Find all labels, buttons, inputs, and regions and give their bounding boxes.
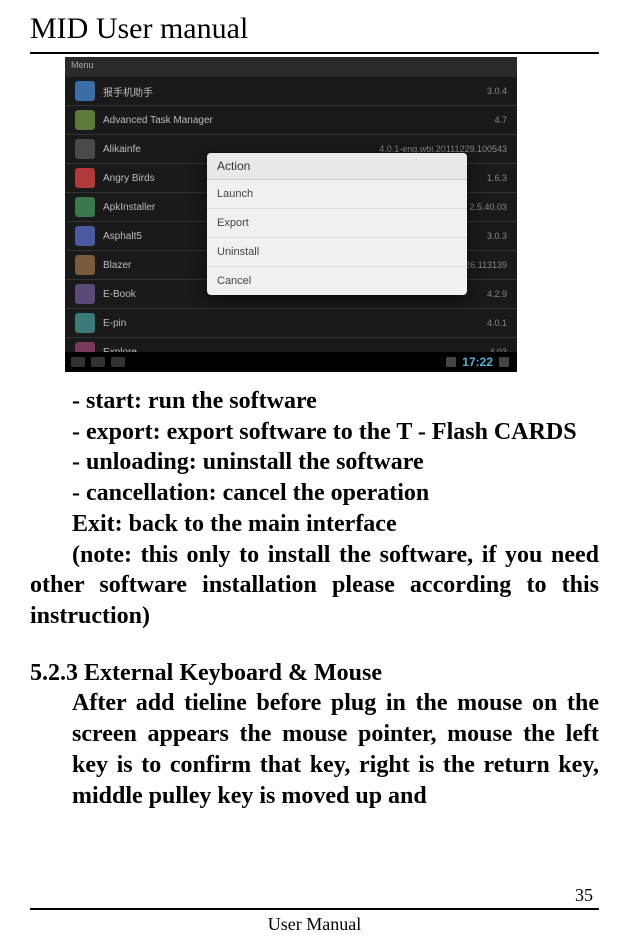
section-body: After add tieline before plug in the mou…: [30, 688, 599, 811]
section-heading: 5.2.3 External Keyboard & Mouse: [30, 658, 599, 689]
clock: 17:22: [462, 355, 493, 369]
app-name: Alikainfe: [103, 144, 141, 155]
app-icon: [75, 110, 95, 130]
section-paragraph: After add tieline before plug in the mou…: [30, 688, 599, 811]
app-version: 2.5.40.03: [469, 202, 507, 212]
line-unloading: - unloading: uninstall the software: [30, 447, 599, 478]
app-version: 4.0.1: [487, 318, 507, 328]
footer-rule: [30, 908, 599, 910]
app-version: 4.2.9: [487, 289, 507, 299]
app-icon: [75, 313, 95, 333]
app-name: Asphalt5: [103, 231, 142, 242]
line-exit: Exit: back to the main interface: [30, 509, 599, 540]
app-name: E-pin: [103, 318, 126, 329]
home-icon: [91, 357, 105, 367]
android-screenshot: Menu 报手机助手3.0.4Advanced Task Manager4.7A…: [65, 57, 517, 372]
action-dialog: Action LaunchExportUninstallCancel: [207, 153, 467, 295]
doc-title: MID User manual: [30, 12, 599, 46]
app-name: ApkInstaller: [103, 202, 155, 213]
taskbar-nav: [71, 357, 125, 367]
app-name: Advanced Task Manager: [103, 115, 213, 126]
line-export: - export: export software to the T - Fla…: [30, 417, 599, 448]
footer-label: User Manual: [30, 914, 599, 935]
app-icon: [75, 81, 95, 101]
footer: 35 User Manual: [30, 885, 599, 935]
app-icon: [75, 197, 95, 217]
app-name: 报手机助手: [103, 84, 153, 99]
taskbar: 17:22: [65, 352, 517, 372]
app-name: Blazer: [103, 260, 131, 271]
app-icon: [75, 226, 95, 246]
dialog-item-cancel[interactable]: Cancel: [207, 267, 467, 295]
app-icon: [75, 255, 95, 275]
app-icon: [75, 284, 95, 304]
app-version: 1.6.3: [487, 173, 507, 183]
app-row[interactable]: 报手机助手 3.0.4: [65, 77, 517, 106]
app-icon: [75, 168, 95, 188]
dialog-item-launch[interactable]: Launch: [207, 180, 467, 209]
back-icon: [71, 357, 85, 367]
app-version: 3.0.3: [487, 231, 507, 241]
app-version: 4.7: [494, 115, 507, 125]
app-icon: [75, 139, 95, 159]
battery-icon: [499, 357, 509, 367]
dialog-title: Action: [207, 153, 467, 180]
app-name: Angry Birds: [103, 173, 155, 184]
signal-icon: [446, 357, 456, 367]
line-start: - start: run the software: [30, 386, 599, 417]
page-number: 35: [30, 885, 599, 906]
dialog-item-export[interactable]: Export: [207, 209, 467, 238]
line-note: (note: this only to install the software…: [30, 540, 599, 632]
app-row[interactable]: E-pin 4.0.1: [65, 309, 517, 338]
line-cancellation: - cancellation: cancel the operation: [30, 478, 599, 509]
recent-icon: [111, 357, 125, 367]
app-row[interactable]: Advanced Task Manager 4.7: [65, 106, 517, 135]
body-text: - start: run the software - export: expo…: [30, 386, 599, 811]
screenshot-header: Menu: [65, 57, 517, 77]
app-version: 3.0.4: [487, 86, 507, 96]
dialog-item-uninstall[interactable]: Uninstall: [207, 238, 467, 267]
header-rule: [30, 52, 599, 54]
app-name: E-Book: [103, 289, 136, 300]
